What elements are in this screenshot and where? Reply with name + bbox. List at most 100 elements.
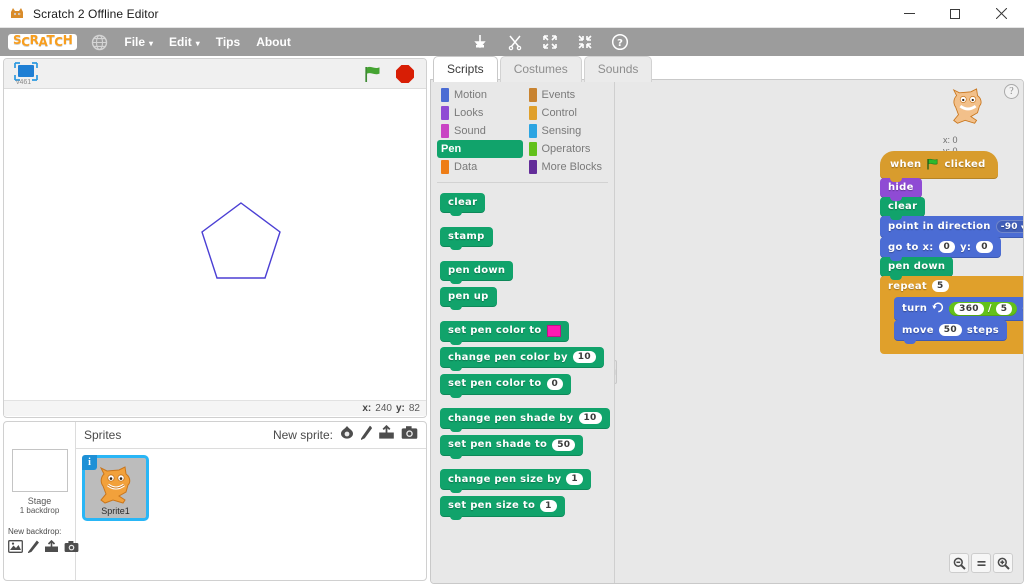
move-steps-input[interactable]: 50 bbox=[938, 324, 962, 336]
window-controls bbox=[886, 0, 1024, 28]
number-input[interactable]: 0 bbox=[546, 377, 564, 390]
sprite-tile-sprite1[interactable]: i Sprite1 bbox=[82, 455, 149, 521]
new-backdrop-label: New backdrop: bbox=[8, 527, 62, 536]
close-button[interactable] bbox=[978, 0, 1024, 28]
category-motion[interactable]: Motion bbox=[437, 86, 523, 104]
number-input[interactable]: 1 bbox=[566, 473, 583, 485]
menu-about[interactable]: About bbox=[256, 35, 291, 49]
palette-block-change-pen-size-by[interactable]: change pen size by 1 bbox=[440, 469, 591, 493]
stage-canvas[interactable] bbox=[4, 89, 426, 400]
number-input[interactable]: 50 bbox=[552, 438, 576, 451]
script-canvas[interactable]: ◀ x: 0 y: 0 bbox=[615, 80, 1023, 583]
sprite-library-icon[interactable] bbox=[339, 425, 355, 445]
zoom-in-button[interactable] bbox=[993, 553, 1013, 573]
tab-sounds[interactable]: Sounds bbox=[583, 56, 653, 82]
repeat-times-input[interactable]: 5 bbox=[931, 280, 949, 292]
category-pen[interactable]: Pen bbox=[437, 140, 523, 158]
category-label: Events bbox=[541, 89, 576, 101]
turn-clockwise-icon bbox=[932, 301, 944, 316]
help-icon[interactable]: ? bbox=[611, 33, 629, 51]
sprite-info-badge[interactable]: i bbox=[82, 455, 97, 470]
script-stack[interactable]: when clicked hide clear point in directi… bbox=[880, 151, 1023, 354]
category-events[interactable]: Events bbox=[525, 86, 611, 104]
paint-backdrop-icon[interactable] bbox=[26, 540, 39, 558]
palette-block-set-pen-shade-to[interactable]: set pen shade to 50 bbox=[440, 434, 584, 459]
category-data[interactable]: Data bbox=[437, 158, 523, 176]
category-looks[interactable]: Looks bbox=[437, 104, 523, 122]
paint-sprite-icon[interactable] bbox=[359, 425, 373, 445]
block-when-green-flag-clicked[interactable]: when clicked bbox=[880, 151, 998, 182]
palette-block-pen-up[interactable]: pen up bbox=[440, 287, 497, 310]
cut-icon[interactable] bbox=[506, 33, 524, 51]
grow-icon[interactable] bbox=[541, 33, 559, 51]
sprite-list: i Sprite1 bbox=[76, 449, 426, 527]
block-label-steps: steps bbox=[966, 324, 1000, 336]
block-point-in-direction[interactable]: point in direction -90 ▾ bbox=[880, 216, 1023, 241]
menu-edit[interactable]: Edit ▾ bbox=[169, 35, 200, 49]
maximize-button[interactable] bbox=[932, 0, 978, 28]
duplicate-icon[interactable] bbox=[471, 33, 489, 51]
scratch-cat-icon bbox=[9, 6, 25, 22]
stop-sign-icon[interactable] bbox=[396, 65, 414, 83]
sprites-title: Sprites bbox=[84, 428, 122, 442]
number-input[interactable]: 10 bbox=[572, 351, 596, 363]
block-label: change pen size by bbox=[448, 473, 562, 485]
category-more-blocks[interactable]: More Blocks bbox=[525, 158, 611, 176]
direction-dropdown[interactable]: -90 ▾ bbox=[995, 220, 1023, 233]
block-label-clicked: clicked bbox=[944, 158, 986, 170]
menu-file[interactable]: File ▾ bbox=[124, 35, 153, 49]
division-right-input[interactable]: 5 bbox=[995, 302, 1013, 315]
block-repeat[interactable]: repeat 5 turn 360 / 5 move 50 steps bbox=[880, 276, 1023, 354]
block-label: repeat bbox=[888, 280, 927, 292]
block-hide[interactable]: hide bbox=[880, 178, 922, 201]
division-left-input[interactable]: 360 bbox=[954, 302, 984, 315]
backdrop-library-icon[interactable] bbox=[8, 540, 23, 558]
operator-division[interactable]: 360 / 5 bbox=[949, 301, 1018, 316]
block-clear[interactable]: clear bbox=[880, 197, 926, 220]
minimize-button[interactable] bbox=[886, 0, 932, 28]
upload-sprite-icon[interactable] bbox=[378, 424, 395, 445]
zoom-controls bbox=[949, 553, 1013, 573]
chevron-down-icon: ▾ bbox=[149, 38, 154, 48]
upload-backdrop-icon[interactable] bbox=[44, 539, 59, 558]
stage-thumbnail[interactable] bbox=[11, 449, 68, 492]
block-label: set pen size to bbox=[448, 500, 536, 511]
tab-scripts[interactable]: Scripts bbox=[433, 56, 498, 82]
scratch-logo[interactable]: SCRATCH bbox=[8, 34, 78, 50]
palette-block-pen-down[interactable]: pen down bbox=[440, 261, 514, 284]
zoom-out-button[interactable] bbox=[949, 553, 969, 573]
stage-selector-column: Stage 1 backdrop New backdrop: bbox=[4, 422, 79, 580]
tab-costumes[interactable]: Costumes bbox=[499, 56, 582, 82]
category-label: Data bbox=[454, 161, 478, 173]
palette-block-stamp[interactable]: stamp bbox=[440, 227, 493, 250]
category-control[interactable]: Control bbox=[525, 104, 611, 122]
block-turn-clockwise[interactable]: turn 360 / 5 degrees bbox=[894, 297, 1023, 324]
zoom-reset-button[interactable] bbox=[971, 553, 991, 573]
globe-icon[interactable] bbox=[91, 34, 108, 51]
block-palette: Motion Events Looks Control Sound Sensin… bbox=[431, 80, 615, 583]
sprites-column: Sprites New sprite: i Sprite1 bbox=[76, 422, 426, 580]
number-input[interactable]: 10 bbox=[578, 412, 602, 424]
green-flag-icon[interactable] bbox=[363, 65, 382, 83]
palette-block-change-pen-shade-by[interactable]: change pen shade by 10 bbox=[440, 408, 610, 432]
stage-mouse-coordinates: x: 240 y: 82 bbox=[4, 400, 426, 416]
palette-block-change-pen-color-by[interactable]: change pen color by 10 bbox=[440, 347, 604, 371]
pen-color-swatch[interactable] bbox=[546, 324, 561, 337]
category-sensing[interactable]: Sensing bbox=[525, 122, 611, 140]
number-input[interactable]: 1 bbox=[540, 499, 557, 512]
help-icon[interactable]: ? bbox=[1004, 84, 1019, 99]
palette-block-set-pen-color-to-swatch[interactable]: set pen color to bbox=[440, 320, 569, 345]
category-operators[interactable]: Operators bbox=[525, 140, 611, 158]
go-to-x-input[interactable]: 0 bbox=[938, 241, 956, 253]
palette-block-clear[interactable]: clear bbox=[440, 193, 486, 216]
palette-block-set-pen-size-to[interactable]: set pen size to 1 bbox=[440, 495, 565, 520]
palette-block-set-pen-color-to-number[interactable]: set pen color to 0 bbox=[440, 373, 572, 398]
category-color-swatch bbox=[441, 88, 449, 102]
block-label-x: go to x: bbox=[888, 241, 934, 253]
go-to-y-input[interactable]: 0 bbox=[976, 241, 993, 253]
category-sound[interactable]: Sound bbox=[437, 122, 523, 140]
palette-collapse-handle[interactable]: ◀ bbox=[615, 360, 617, 384]
menu-tips[interactable]: Tips bbox=[216, 35, 240, 49]
shrink-icon[interactable] bbox=[576, 33, 594, 51]
camera-sprite-icon[interactable] bbox=[401, 425, 418, 445]
